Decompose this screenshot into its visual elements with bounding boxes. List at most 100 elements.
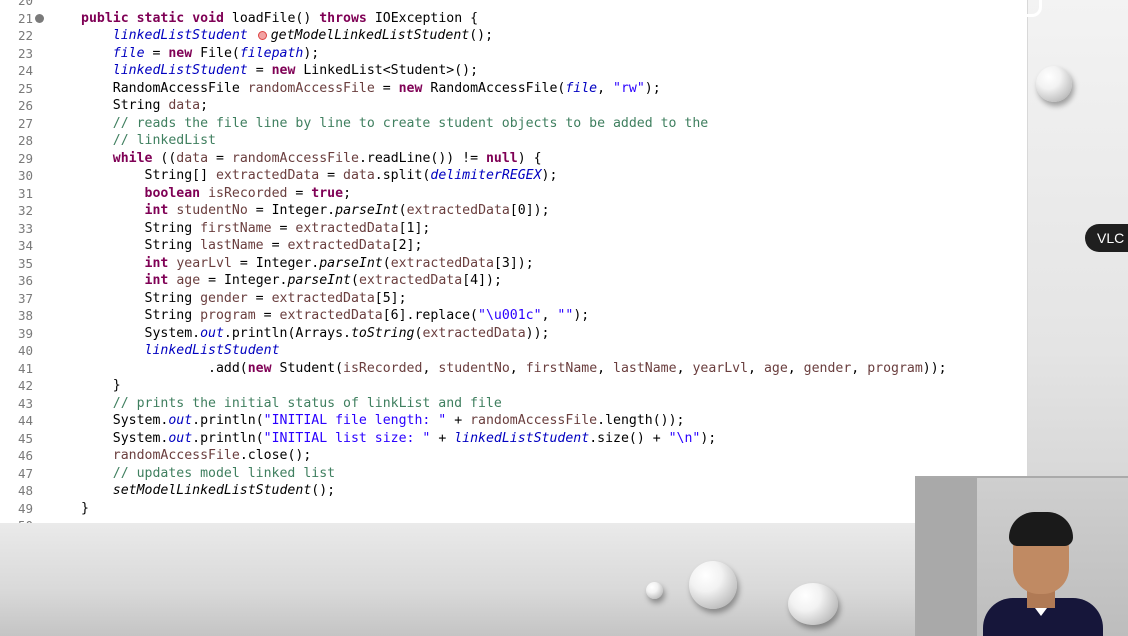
presenter-hair [1009, 512, 1073, 546]
code-line[interactable]: 47 // updates model linked list [0, 465, 1027, 483]
code-line[interactable]: 22 linkedListStudent getModelLinkedListS… [0, 27, 1027, 45]
webcam-overlay [915, 476, 1128, 636]
water-drop-decoration [646, 582, 663, 599]
code-line[interactable]: 45 System.out.println("INITIAL list size… [0, 430, 1027, 448]
line-number: 29 [17, 150, 33, 166]
code-text: int studentNo = Integer.parseInt(extract… [144, 203, 550, 218]
line-number: 30 [17, 168, 33, 183]
line-number: 36 [17, 273, 33, 288]
code-text: String firstName = extractedData[1]; [81, 220, 431, 236]
line-number: 46 [17, 448, 33, 463]
code-line[interactable]: 35 int yearLvl = Integer.parseInt(extrac… [0, 255, 1027, 273]
code-text: String[] extractedData = data.split(deli… [81, 168, 558, 183]
code-line[interactable]: 39 System.out.println(Arrays.toString(ex… [0, 325, 1027, 343]
line-number: 38 [17, 308, 33, 323]
code-line[interactable]: 41 .add(new Student(isRecorded, studentN… [0, 360, 1027, 378]
code-line[interactable]: 33 String firstName = extractedData[1]; [0, 220, 1027, 238]
code-line[interactable]: 23 file = new File(filepath); [0, 45, 1027, 63]
code-text: int yearLvl = Integer.parseInt(extracted… [144, 255, 534, 271]
code-line[interactable]: 25 RandomAccessFile randomAccessFile = n… [0, 80, 1027, 98]
line-number: 31 [17, 185, 33, 201]
code-text: linkedListStudent = new LinkedList<Stude… [112, 63, 479, 78]
line-number: 45 [17, 430, 33, 446]
code-line[interactable]: 27 // reads the file line by line to cre… [0, 115, 1027, 133]
code-line[interactable]: 29 while ((data = randomAccessFile.readL… [0, 150, 1027, 168]
code-text: public static void loadFile() throws IOE… [81, 10, 479, 26]
code-text: String gender = extractedData[5]; [81, 290, 407, 306]
code-text: linkedListStudent [144, 343, 280, 358]
line-number: 37 [17, 290, 33, 306]
vlc-badge[interactable]: VLC [1085, 224, 1128, 252]
code-line[interactable]: 40 linkedListStudent [0, 342, 1027, 360]
code-text: String data; [81, 98, 209, 113]
line-number: 27 [17, 115, 33, 131]
line-number: 50 [0, 517, 33, 523]
line-number: 44 [17, 413, 33, 428]
code-line[interactable]: 26 String data; [0, 97, 1027, 115]
line-number: 34 [17, 238, 33, 253]
code-text: System.out.println("INITIAL file length:… [81, 413, 685, 428]
code-line[interactable]: 30 String[] extractedData = data.split(d… [0, 167, 1027, 185]
code-text: } [81, 500, 89, 516]
code-text: // linkedList [112, 133, 216, 148]
code-line[interactable]: 36 int age = Integer.parseInt(extractedD… [0, 272, 1027, 290]
line-number: 48 [17, 483, 33, 498]
code-text: int age = Integer.parseInt(extractedData… [144, 273, 502, 288]
code-text: while ((data = randomAccessFile.readLine… [112, 150, 542, 166]
line-number: 20 [17, 0, 33, 8]
line-number: 40 [17, 343, 33, 358]
line-number: 43 [17, 395, 33, 411]
desktop-background [0, 523, 915, 636]
line-number: 25 [17, 80, 33, 96]
line-number: 28 [17, 133, 33, 148]
code-line[interactable]: 50 [0, 517, 1027, 523]
code-line[interactable]: 46 randomAccessFile.close(); [0, 447, 1027, 465]
webcam-background [917, 478, 977, 636]
line-number: 32 [17, 203, 33, 218]
code-line[interactable]: 20 [0, 0, 1027, 10]
water-drop-decoration [689, 561, 737, 609]
water-drop-decoration [788, 583, 838, 625]
code-line[interactable]: 49} [0, 500, 1027, 518]
code-text: // updates model linked list [112, 465, 336, 481]
code-editor[interactable]: 20 21 public static void loadFile() throws… [0, 0, 1028, 523]
code-text: setModelLinkedListStudent(); [112, 483, 336, 498]
code-text: String lastName = extractedData[2]; [81, 238, 423, 253]
code-line[interactable]: 44 System.out.println("INITIAL file leng… [0, 412, 1027, 430]
fold-toggle-icon[interactable] [35, 13, 44, 23]
code-line[interactable]: 48 setModelLinkedListStudent(); [0, 482, 1027, 500]
code-line[interactable]: 31 boolean isRecorded = true; [0, 185, 1027, 203]
code-text: System.out.println(Arrays.toString(extra… [81, 325, 550, 341]
line-number: 33 [17, 220, 33, 236]
code-text: System.out.println("INITIAL list size: "… [81, 430, 717, 446]
code-line[interactable]: 21 public static void loadFile() throws I… [0, 10, 1027, 28]
code-line[interactable]: 42 } [0, 377, 1027, 395]
code-text: } [81, 378, 121, 393]
code-text: String program = extractedData[6].replac… [81, 308, 590, 323]
code-line[interactable]: 32 int studentNo = Integer.parseInt(extr… [0, 202, 1027, 220]
line-number: 24 [17, 63, 33, 78]
decorative-corner [1023, 0, 1042, 17]
code-line[interactable]: 38 String program = extractedData[6].rep… [0, 307, 1027, 325]
code-text: randomAccessFile.close(); [112, 448, 312, 463]
code-text: file = new File(filepath); [112, 45, 320, 61]
line-number: 49 [17, 500, 33, 516]
water-drop-decoration [1036, 66, 1072, 102]
code-text: linkedListStudent getModelLinkedListStud… [112, 28, 494, 43]
code-line[interactable]: 43 // prints the initial status of linkL… [0, 395, 1027, 413]
line-number: 35 [17, 255, 33, 271]
line-number: 41 [17, 360, 33, 376]
code-text: // reads the file line by line to create… [112, 115, 709, 131]
line-number: 23 [17, 45, 33, 61]
code-line[interactable]: 37 String gender = extractedData[5]; [0, 290, 1027, 308]
line-number: 39 [17, 325, 33, 341]
code-line[interactable]: 28 // linkedList [0, 132, 1027, 150]
line-number: 21 [17, 10, 33, 26]
code-line[interactable]: 34 String lastName = extractedData[2]; [0, 237, 1027, 255]
code-text: .add(new Student(isRecorded, studentNo, … [81, 360, 947, 376]
code-text: RandomAccessFile randomAccessFile = new … [81, 80, 661, 96]
code-text: boolean isRecorded = true; [144, 185, 352, 201]
line-number: 26 [17, 98, 33, 113]
code-line[interactable]: 24 linkedListStudent = new LinkedList<St… [0, 62, 1027, 80]
line-number: 22 [17, 28, 33, 43]
